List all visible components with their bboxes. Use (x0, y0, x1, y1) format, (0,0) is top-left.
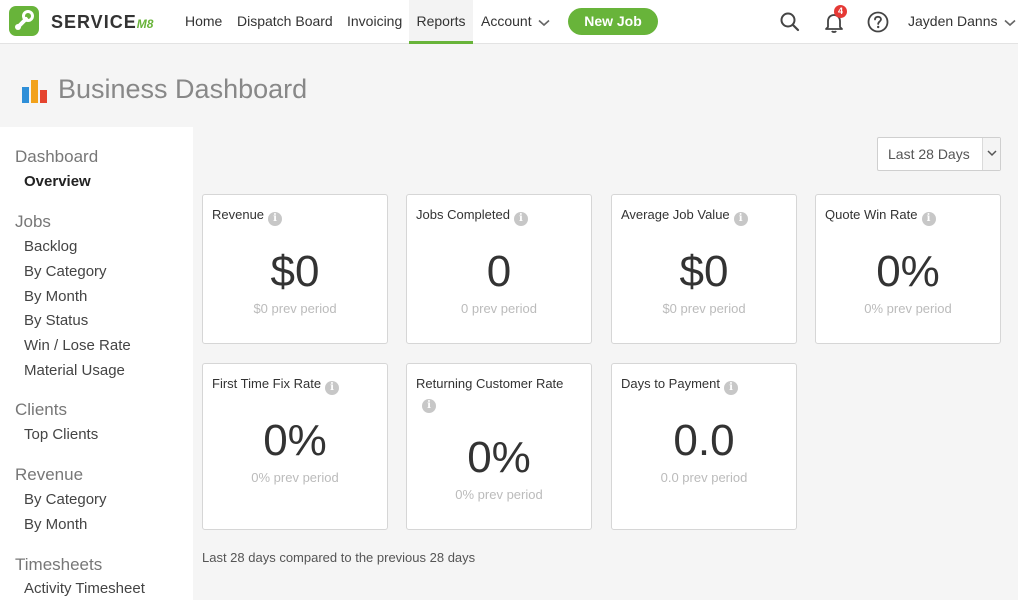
servicem8-logo-icon[interactable] (9, 6, 39, 36)
nav-home-label: Home (185, 13, 223, 29)
sidebar-group-revenue: Revenue (15, 465, 84, 484)
top-navigation-bar: SERVICEM8 Home Dispatch Board Invoicing … (0, 0, 1018, 44)
metric-label-text: Returning Customer Rate (416, 376, 564, 391)
sidebar-item-jobs-by-status[interactable]: By Status (24, 312, 88, 329)
sidebar-item-jobs-win-lose-rate[interactable]: Win / Lose Rate (24, 337, 131, 354)
metric-prev-period: 0% prev period (455, 487, 543, 502)
bell-icon[interactable]: 4 (822, 5, 847, 34)
sidebar-item-jobs-material-usage[interactable]: Material Usage (24, 362, 125, 379)
metric-card-returning-customer-rate: Returning Customer Rate i 0% 0% prev peri… (406, 363, 592, 530)
date-range-selected-value: Last 28 Days (888, 146, 970, 162)
brand-suffix: M8 (136, 17, 154, 31)
metric-value: $0 (270, 247, 320, 296)
metric-label-text: Revenue (212, 207, 265, 222)
search-icon[interactable] (778, 10, 802, 34)
sidebar-group-jobs: Jobs (15, 212, 51, 231)
info-icon[interactable]: i (268, 212, 283, 226)
metric-value: 0% (263, 416, 327, 465)
metric-label: Revenue i (212, 206, 379, 226)
sidebar-item-activity-timesheet[interactable]: Activity Timesheet (24, 580, 145, 597)
brand-wordmark[interactable]: SERVICEM8 (51, 11, 153, 33)
metric-value: $0 (679, 247, 729, 296)
info-icon[interactable]: i (724, 381, 738, 395)
chevron-down-icon (538, 1, 550, 43)
sidebar-item-revenue-by-month[interactable]: By Month (24, 516, 87, 533)
chevron-down-icon (1003, 1, 1016, 43)
info-icon[interactable]: i (733, 212, 748, 226)
metric-label-text: First Time Fix Rate (212, 376, 322, 391)
page-header: Business Dashboard (0, 45, 1018, 127)
help-icon[interactable] (866, 10, 890, 34)
info-icon[interactable]: i (422, 399, 436, 413)
nav-home[interactable]: Home (185, 0, 222, 44)
sidebar-group-dashboard: Dashboard (15, 147, 99, 166)
sidebar-item-jobs-backlog[interactable]: Backlog (24, 238, 77, 255)
metric-label: Returning Customer Rate i (416, 375, 577, 413)
sidebar-item-jobs-by-month[interactable]: By Month (24, 288, 87, 305)
sidebar-item-top-clients[interactable]: Top Clients (24, 426, 98, 443)
nav-reports[interactable]: Reports (409, 0, 473, 44)
brand-name: SERVICE (51, 12, 137, 32)
info-icon[interactable]: i (921, 212, 936, 226)
notification-count-badge: 4 (834, 5, 847, 18)
metric-card-jobs-completed: Jobs Completed i 0 0 prev period (406, 194, 592, 344)
nav-reports-label: Reports (416, 13, 466, 29)
sidebar-group-timesheets: Timesheets (15, 555, 103, 574)
metric-label-text: Jobs Completed (416, 207, 510, 222)
metric-card-quote-win-rate: Quote Win Rate i 0% 0% prev period (815, 194, 1001, 344)
metric-prev-period: 0.0 prev period (660, 470, 748, 485)
metric-value: 0% (467, 433, 531, 482)
sidebar-item-jobs-by-category[interactable]: By Category (24, 263, 107, 280)
nav-invoicing[interactable]: Invoicing (347, 0, 402, 44)
sidebar-item-overview[interactable]: Overview (24, 173, 91, 190)
date-range-select[interactable]: Last 28 Days (877, 137, 1001, 171)
metric-card-revenue: Revenue i $0 $0 prev period (202, 194, 388, 344)
metric-prev-period: $0 prev period (253, 301, 337, 316)
user-name: Jayden Danns (908, 13, 998, 29)
metric-value: 0 (486, 247, 512, 296)
user-menu[interactable]: Jayden Danns (908, 0, 1016, 44)
metric-label: Jobs Completed i (416, 206, 583, 226)
chevron-down-icon (982, 138, 1000, 170)
page-title: Business Dashboard (58, 74, 308, 104)
metric-value: 0% (876, 247, 940, 296)
metric-label: Quote Win Rate i (825, 206, 992, 226)
metric-label-text: Days to Payment (621, 376, 720, 391)
metric-label: Days to Payment i (621, 375, 788, 395)
metric-label: First Time Fix Rate i (212, 375, 379, 395)
nav-account[interactable]: Account (481, 0, 550, 44)
bar-chart-icon (22, 77, 48, 108)
sidebar-item-revenue-by-category[interactable]: By Category (24, 491, 107, 508)
sidebar-group-clients: Clients (15, 400, 67, 419)
metric-card-first-time-fix-rate: First Time Fix Rate i 0% 0% prev period (202, 363, 388, 530)
metric-prev-period: $0 prev period (662, 301, 746, 316)
nav-account-label: Account (481, 13, 532, 29)
info-icon[interactable]: i (513, 212, 528, 226)
metric-card-days-to-payment: Days to Payment i 0.0 0.0 prev period (611, 363, 797, 530)
metric-label: Average Job Value i (621, 206, 788, 226)
metric-label-text: Quote Win Rate (825, 207, 918, 222)
sidebar: Dashboard Overview Jobs Backlog By Categ… (0, 127, 193, 600)
metric-prev-period: 0 prev period (461, 301, 537, 316)
metric-prev-period: 0% prev period (864, 301, 952, 316)
metric-value: 0.0 (673, 416, 735, 465)
metric-label-text: Average Job Value (621, 207, 730, 222)
nav-invoicing-label: Invoicing (347, 13, 403, 29)
nav-dispatch-board[interactable]: Dispatch Board (237, 0, 333, 44)
metric-card-average-job-value: Average Job Value i $0 $0 prev period (611, 194, 797, 344)
info-icon[interactable]: i (325, 381, 340, 395)
metric-prev-period: 0% prev period (251, 470, 339, 485)
comparison-footnote: Last 28 days compared to the previous 28… (202, 550, 476, 565)
nav-dispatch-board-label: Dispatch Board (237, 13, 333, 29)
new-job-button[interactable]: New Job (568, 8, 658, 35)
